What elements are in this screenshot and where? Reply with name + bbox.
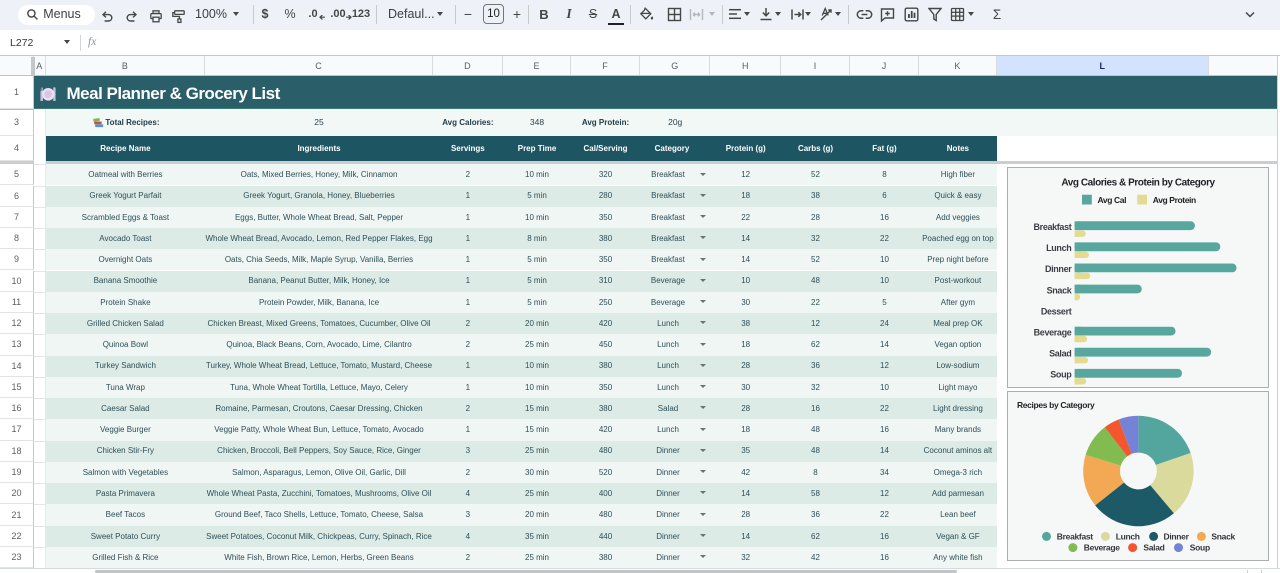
svg-text:Lunch: Lunch (1046, 243, 1071, 253)
svg-text:Salad: Salad (1049, 348, 1071, 358)
svg-text:Soup: Soup (1050, 369, 1072, 379)
svg-text:Beverage: Beverage (1084, 543, 1120, 553)
svg-text:Snack: Snack (1047, 285, 1073, 295)
svg-text:Dinner: Dinner (1045, 264, 1072, 274)
svg-text:Salad: Salad (1143, 543, 1164, 553)
svg-text:Dinner: Dinner (1164, 532, 1190, 542)
svg-text:Snack: Snack (1211, 532, 1235, 542)
svg-text:Soup: Soup (1190, 543, 1210, 553)
svg-text:Breakfast: Breakfast (1034, 222, 1072, 232)
svg-text:Avg Calories & Protein by Cate: Avg Calories & Protein by Category (1061, 177, 1215, 188)
svg-text:Recipes by Category: Recipes by Category (1017, 400, 1095, 410)
svg-text:Breakfast: Breakfast (1057, 532, 1094, 542)
svg-text:Avg Cal: Avg Cal (1098, 195, 1127, 205)
svg-text:Lunch: Lunch (1116, 532, 1140, 542)
svg-text:Dessert: Dessert (1041, 306, 1072, 316)
svg-text:Beverage: Beverage (1034, 327, 1072, 337)
svg-text:Avg Protein: Avg Protein (1153, 195, 1196, 205)
